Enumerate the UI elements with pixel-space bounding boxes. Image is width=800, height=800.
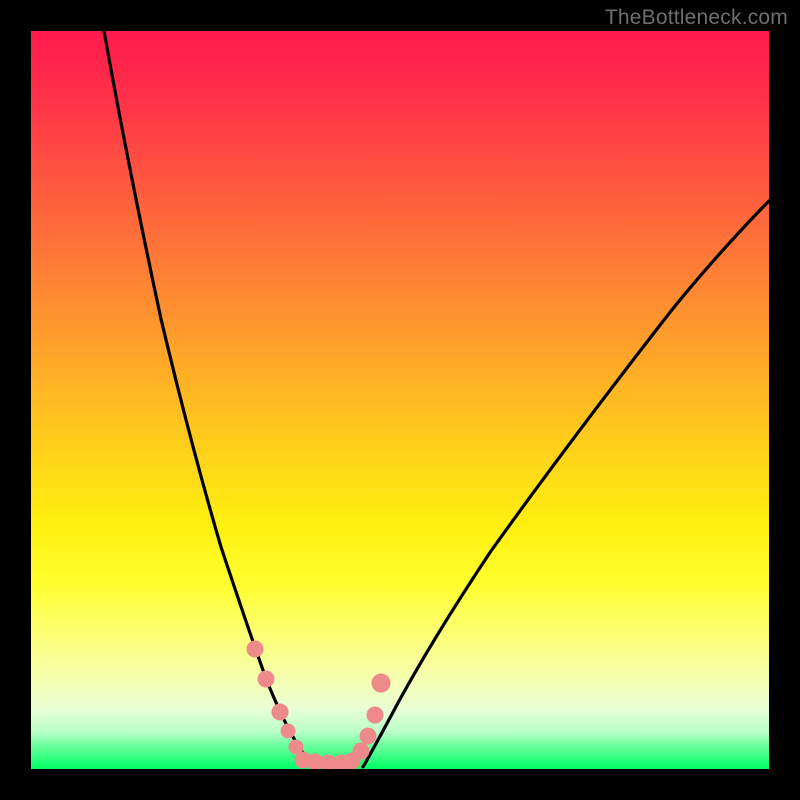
pink-marker-trail — [247, 641, 390, 769]
watermark-text: TheBottleneck.com — [605, 6, 788, 30]
right-curve — [363, 201, 769, 767]
chart-frame: TheBottleneck.com — [0, 0, 800, 800]
curve-overlay — [31, 31, 769, 769]
left-curve — [104, 31, 313, 767]
